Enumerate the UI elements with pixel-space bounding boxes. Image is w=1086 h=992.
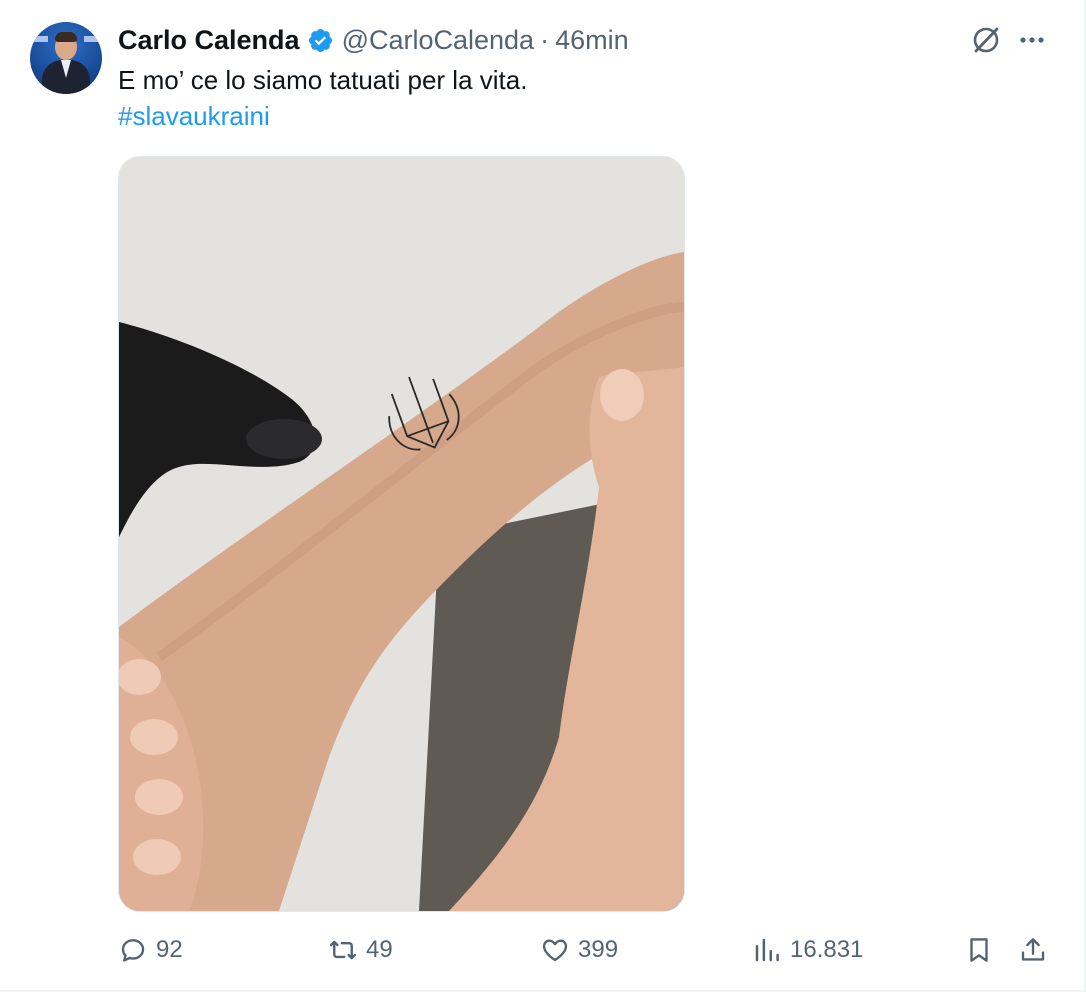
avatar-logo-right xyxy=(84,36,98,42)
post-text: E mo’ ce lo siamo tatuati per la vita. #… xyxy=(118,62,527,134)
action-bar: 92 49 399 16.831 xyxy=(0,926,1086,974)
share-icon xyxy=(1021,938,1045,961)
avatar-hair xyxy=(55,32,77,42)
reply-count: 92 xyxy=(156,936,183,963)
views-count: 16.831 xyxy=(790,936,864,963)
post-photo xyxy=(119,157,684,911)
author-name[interactable]: Carlo Calenda xyxy=(118,24,300,56)
avatar[interactable] xyxy=(30,22,102,94)
more-icon[interactable] xyxy=(1014,22,1050,58)
like-count: 399 xyxy=(578,936,619,963)
heart-icon xyxy=(542,939,568,962)
post-body: E mo’ ce lo siamo tatuati per la vita. xyxy=(118,65,528,95)
author-handle[interactable]: @CarloCalenda xyxy=(342,24,535,56)
hashtag-link[interactable]: #slavaukraini xyxy=(118,98,527,134)
views-chart-icon xyxy=(755,938,779,962)
bookmark-button[interactable] xyxy=(964,926,994,974)
grok-icon[interactable] xyxy=(968,22,1004,58)
verified-badge-icon xyxy=(308,28,332,52)
reply-icon xyxy=(121,939,145,962)
repost-count: 49 xyxy=(366,936,393,963)
reply-button[interactable]: 92 xyxy=(118,926,183,974)
separator-dot: · xyxy=(540,25,550,55)
repost-icon xyxy=(329,940,357,960)
repost-button[interactable]: 49 xyxy=(328,926,393,974)
share-button[interactable] xyxy=(1018,926,1048,974)
post-container: Carlo Calenda @CarloCalenda · 46min E mo… xyxy=(0,0,1086,992)
post-time[interactable]: 46min xyxy=(555,24,629,56)
avatar-logo-left xyxy=(34,36,48,42)
views-button[interactable]: 16.831 xyxy=(752,926,863,974)
like-button[interactable]: 399 xyxy=(540,926,618,974)
post-image[interactable] xyxy=(118,156,685,912)
post-header: Carlo Calenda @CarloCalenda · 46min xyxy=(118,24,629,56)
bookmark-icon xyxy=(970,938,988,962)
